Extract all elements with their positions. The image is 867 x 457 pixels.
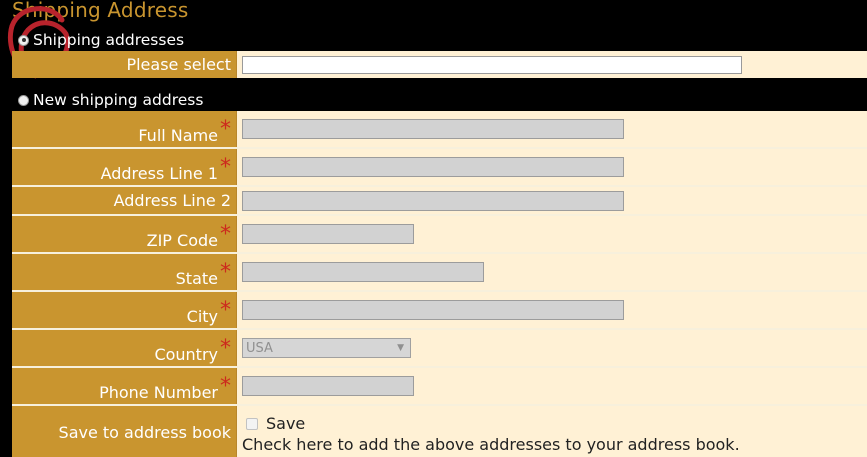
save-help-text: Check here to add the above addresses to… xyxy=(242,435,740,454)
address-select-input[interactable] xyxy=(242,55,742,74)
new-address-form: Full Name * Address Line 1 * Address Line … xyxy=(12,111,867,457)
please-select-text: Please select xyxy=(126,55,231,74)
city-text: City xyxy=(186,307,218,326)
phone-input[interactable] xyxy=(242,376,414,396)
zip-cell xyxy=(237,216,867,252)
full-name-text: Full Name xyxy=(138,126,218,145)
new-address-radio[interactable] xyxy=(18,94,29,106)
city-cell xyxy=(237,292,867,328)
address-line1-input[interactable] xyxy=(242,157,624,177)
country-label: Country * xyxy=(12,330,237,366)
existing-addresses-label: Shipping addresses xyxy=(33,31,185,49)
phone-row: Phone Number * xyxy=(12,368,867,406)
save-checkbox[interactable] xyxy=(246,417,258,430)
new-address-label: New shipping address xyxy=(33,91,204,109)
address-line2-row: Address Line 2 xyxy=(12,187,867,216)
save-row: Save to address book Save Check here to … xyxy=(12,406,867,457)
city-label: City * xyxy=(12,292,237,328)
full-name-row: Full Name * xyxy=(12,111,867,149)
save-checkbox-label: Save xyxy=(266,414,306,433)
address-line2-input[interactable] xyxy=(242,190,624,211)
full-name-cell xyxy=(237,111,867,147)
save-label-text: Save to address book xyxy=(58,422,231,442)
zip-row: ZIP Code * xyxy=(12,216,867,254)
phone-text: Phone Number xyxy=(99,383,218,402)
address-line1-cell xyxy=(237,149,867,185)
state-row: State * xyxy=(12,254,867,292)
required-mark: * xyxy=(220,336,231,361)
country-cell: USA ▼ xyxy=(237,330,867,366)
address-select-row: Please select xyxy=(12,51,867,78)
state-label: State * xyxy=(12,254,237,290)
zip-text: ZIP Code xyxy=(146,231,218,250)
full-name-label: Full Name * xyxy=(12,111,237,147)
address-line1-row: Address Line 1 * xyxy=(12,149,867,187)
phone-cell xyxy=(237,368,867,404)
address-select-block: Please select xyxy=(12,51,867,78)
zip-input[interactable] xyxy=(242,224,414,244)
save-label: Save to address book xyxy=(12,406,237,457)
state-input[interactable] xyxy=(242,262,484,282)
city-row: City * xyxy=(12,292,867,330)
country-select[interactable]: USA ▼ xyxy=(242,338,411,358)
new-address-option[interactable]: New shipping address xyxy=(18,89,203,111)
required-mark: * xyxy=(220,298,231,323)
required-mark: * xyxy=(220,117,231,142)
state-cell xyxy=(237,254,867,290)
existing-addresses-option[interactable]: Shipping addresses xyxy=(18,29,184,51)
country-select-value: USA xyxy=(246,340,273,356)
please-select-label: Please select xyxy=(12,51,237,78)
state-text: State xyxy=(175,269,218,288)
existing-addresses-radio[interactable] xyxy=(18,34,29,46)
address-line1-text: Address Line 1 xyxy=(100,164,218,183)
address-line1-label: Address Line 1 * xyxy=(12,149,237,185)
phone-label: Phone Number * xyxy=(12,368,237,404)
address-select-cell xyxy=(237,51,867,78)
address-line2-text: Address Line 2 xyxy=(113,191,231,210)
chevron-down-icon: ▼ xyxy=(397,343,404,353)
required-mark: * xyxy=(220,374,231,399)
zip-label: ZIP Code * xyxy=(12,216,237,252)
required-mark: * xyxy=(220,155,231,180)
address-line2-cell xyxy=(237,187,867,214)
address-line2-label: Address Line 2 xyxy=(12,187,237,214)
required-mark: * xyxy=(220,260,231,285)
required-mark: * xyxy=(220,222,231,247)
full-name-input[interactable] xyxy=(242,119,624,139)
save-cell: Save Check here to add the above address… xyxy=(237,406,867,457)
city-input[interactable] xyxy=(242,300,624,320)
save-checkbox-row[interactable]: Save xyxy=(246,414,305,433)
country-row: Country * USA ▼ xyxy=(12,330,867,368)
country-text: Country xyxy=(154,345,218,364)
